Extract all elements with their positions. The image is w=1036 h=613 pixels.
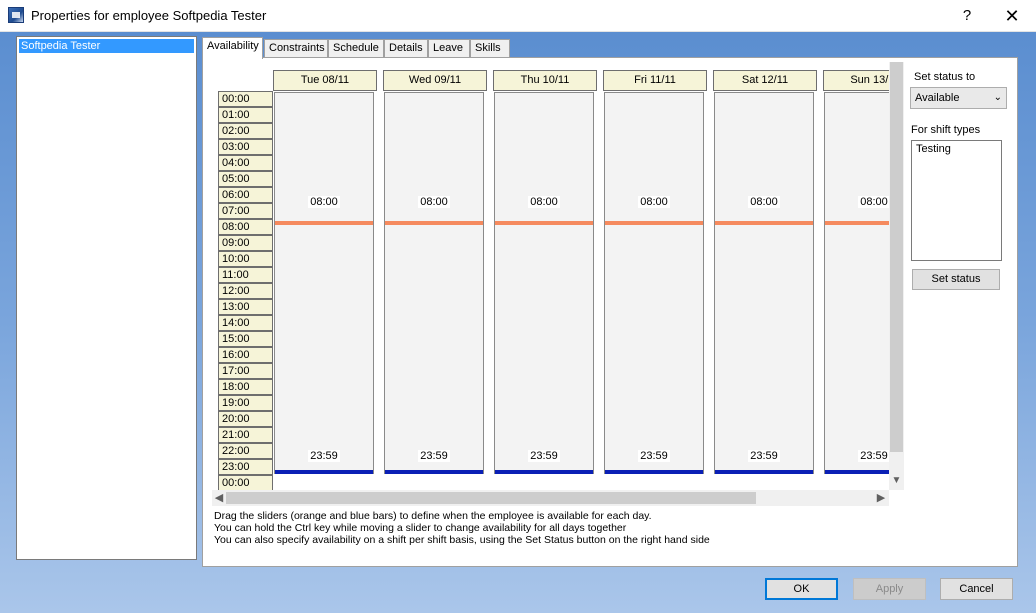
status-value: Available <box>915 92 960 104</box>
tab-constraints[interactable]: Constraints <box>264 39 328 57</box>
day-header: Tue 08/11 <box>273 70 377 91</box>
hour-label: 03:00 <box>218 139 273 155</box>
hour-label: 21:00 <box>218 427 273 443</box>
status-dropdown[interactable]: Available ⌄ <box>910 87 1007 109</box>
hour-label: 13:00 <box>218 299 273 315</box>
hour-label: 00:00 <box>218 91 273 107</box>
employee-list-item[interactable]: Softpedia Tester <box>19 39 194 53</box>
chevron-down-icon: ⌄ <box>993 92 1002 103</box>
hour-label: 08:00 <box>218 219 273 235</box>
end-time-label: 23:59 <box>748 450 780 462</box>
end-slider[interactable] <box>385 470 483 474</box>
end-slider[interactable] <box>715 470 813 474</box>
hour-label: 01:00 <box>218 107 273 123</box>
title-bar: Properties for employee Softpedia Tester… <box>0 0 1036 32</box>
help-line: You can hold the Ctrl key while moving a… <box>214 522 627 534</box>
day-column: 08:00 23:59 <box>714 92 814 474</box>
help-button[interactable]: ? <box>950 2 984 30</box>
shift-types-label: For shift types <box>911 124 981 136</box>
hour-label: 09:00 <box>218 235 273 251</box>
hour-label: 12:00 <box>218 283 273 299</box>
close-button[interactable]: ✕ <box>990 2 1034 30</box>
end-time-label: 23:59 <box>418 450 450 462</box>
tab-details[interactable]: Details <box>384 39 428 57</box>
status-panel: Set status to Available ⌄ For shift type… <box>905 62 1013 502</box>
start-slider[interactable] <box>385 221 483 225</box>
day-header: Wed 09/11 <box>383 70 487 91</box>
start-slider[interactable] <box>495 221 593 225</box>
employee-list[interactable]: Softpedia Tester <box>16 36 197 560</box>
hour-label: 06:00 <box>218 187 273 203</box>
hour-label: 04:00 <box>218 155 273 171</box>
day-header: Fri 11/11 <box>603 70 707 91</box>
start-slider[interactable] <box>715 221 813 225</box>
day-column: 08:00 23:59 <box>274 92 374 474</box>
hour-label: 02:00 <box>218 123 273 139</box>
horizontal-scrollbar[interactable]: ◀ ▶ <box>212 490 889 506</box>
scroll-left-icon[interactable]: ◀ <box>212 490 226 506</box>
hour-label: 19:00 <box>218 395 273 411</box>
vertical-scrollbar[interactable]: ▼ <box>889 62 904 490</box>
end-time-label: 23:59 <box>528 450 560 462</box>
day-column: 08:00 23:59 <box>494 92 594 474</box>
apply-button[interactable]: Apply <box>853 578 926 600</box>
hour-label: 10:00 <box>218 251 273 267</box>
start-time-label: 08:00 <box>748 196 780 208</box>
day-column: 08:00 23:59 <box>384 92 484 474</box>
hour-label: 15:00 <box>218 331 273 347</box>
hour-label: 23:00 <box>218 459 273 475</box>
hour-label: 14:00 <box>218 315 273 331</box>
day-header: Sat 12/11 <box>713 70 817 91</box>
window-title: Properties for employee Softpedia Tester <box>31 8 267 23</box>
start-time-label: 08:00 <box>528 196 560 208</box>
scroll-down-icon[interactable]: ▼ <box>889 474 904 488</box>
ok-button[interactable]: OK <box>765 578 838 600</box>
hour-label: 05:00 <box>218 171 273 187</box>
availability-grid: Tue 08/11 Wed 09/11 Thu 10/11 Fri 11/11 … <box>212 62 904 490</box>
set-status-button[interactable]: Set status <box>912 269 1000 290</box>
hour-label: 17:00 <box>218 363 273 379</box>
cancel-button[interactable]: Cancel <box>940 578 1013 600</box>
tab-schedule[interactable]: Schedule <box>328 39 384 57</box>
tab-leave[interactable]: Leave <box>428 39 470 57</box>
end-slider[interactable] <box>275 470 373 474</box>
help-line: You can also specify availability on a s… <box>214 534 710 546</box>
hour-label: 16:00 <box>218 347 273 363</box>
scroll-right-icon[interactable]: ▶ <box>874 490 888 506</box>
end-time-label: 23:59 <box>638 450 670 462</box>
hour-label: 18:00 <box>218 379 273 395</box>
horizontal-scroll-thumb[interactable] <box>226 492 756 504</box>
hour-label: 11:00 <box>218 267 273 283</box>
shift-type-item[interactable]: Testing <box>916 143 997 155</box>
end-slider[interactable] <box>495 470 593 474</box>
day-column: 08:00 23:59 <box>604 92 704 474</box>
start-time-label: 08:00 <box>308 196 340 208</box>
vertical-scroll-thumb[interactable] <box>890 62 903 452</box>
day-header: Thu 10/11 <box>493 70 597 91</box>
shift-types-list[interactable]: Testing <box>911 140 1002 261</box>
end-slider[interactable] <box>605 470 703 474</box>
hour-label: 22:00 <box>218 443 273 459</box>
hour-label: 00:00 <box>218 475 273 491</box>
hour-label: 07:00 <box>218 203 273 219</box>
start-slider[interactable] <box>605 221 703 225</box>
help-line: Drag the sliders (orange and blue bars) … <box>214 510 652 522</box>
app-icon <box>8 7 24 23</box>
help-text: Drag the sliders (orange and blue bars) … <box>214 510 710 546</box>
start-time-label: 08:00 <box>418 196 450 208</box>
end-time-label: 23:59 <box>308 450 340 462</box>
hour-label: 20:00 <box>218 411 273 427</box>
tab-skills[interactable]: Skills <box>470 39 510 57</box>
start-time-label: 08:00 <box>638 196 670 208</box>
start-slider[interactable] <box>275 221 373 225</box>
hour-scale: 00:00 01:00 02:00 03:00 04:00 05:00 06:0… <box>218 91 273 491</box>
tab-availability[interactable]: Availability <box>202 37 263 59</box>
status-label: Set status to <box>914 71 976 83</box>
